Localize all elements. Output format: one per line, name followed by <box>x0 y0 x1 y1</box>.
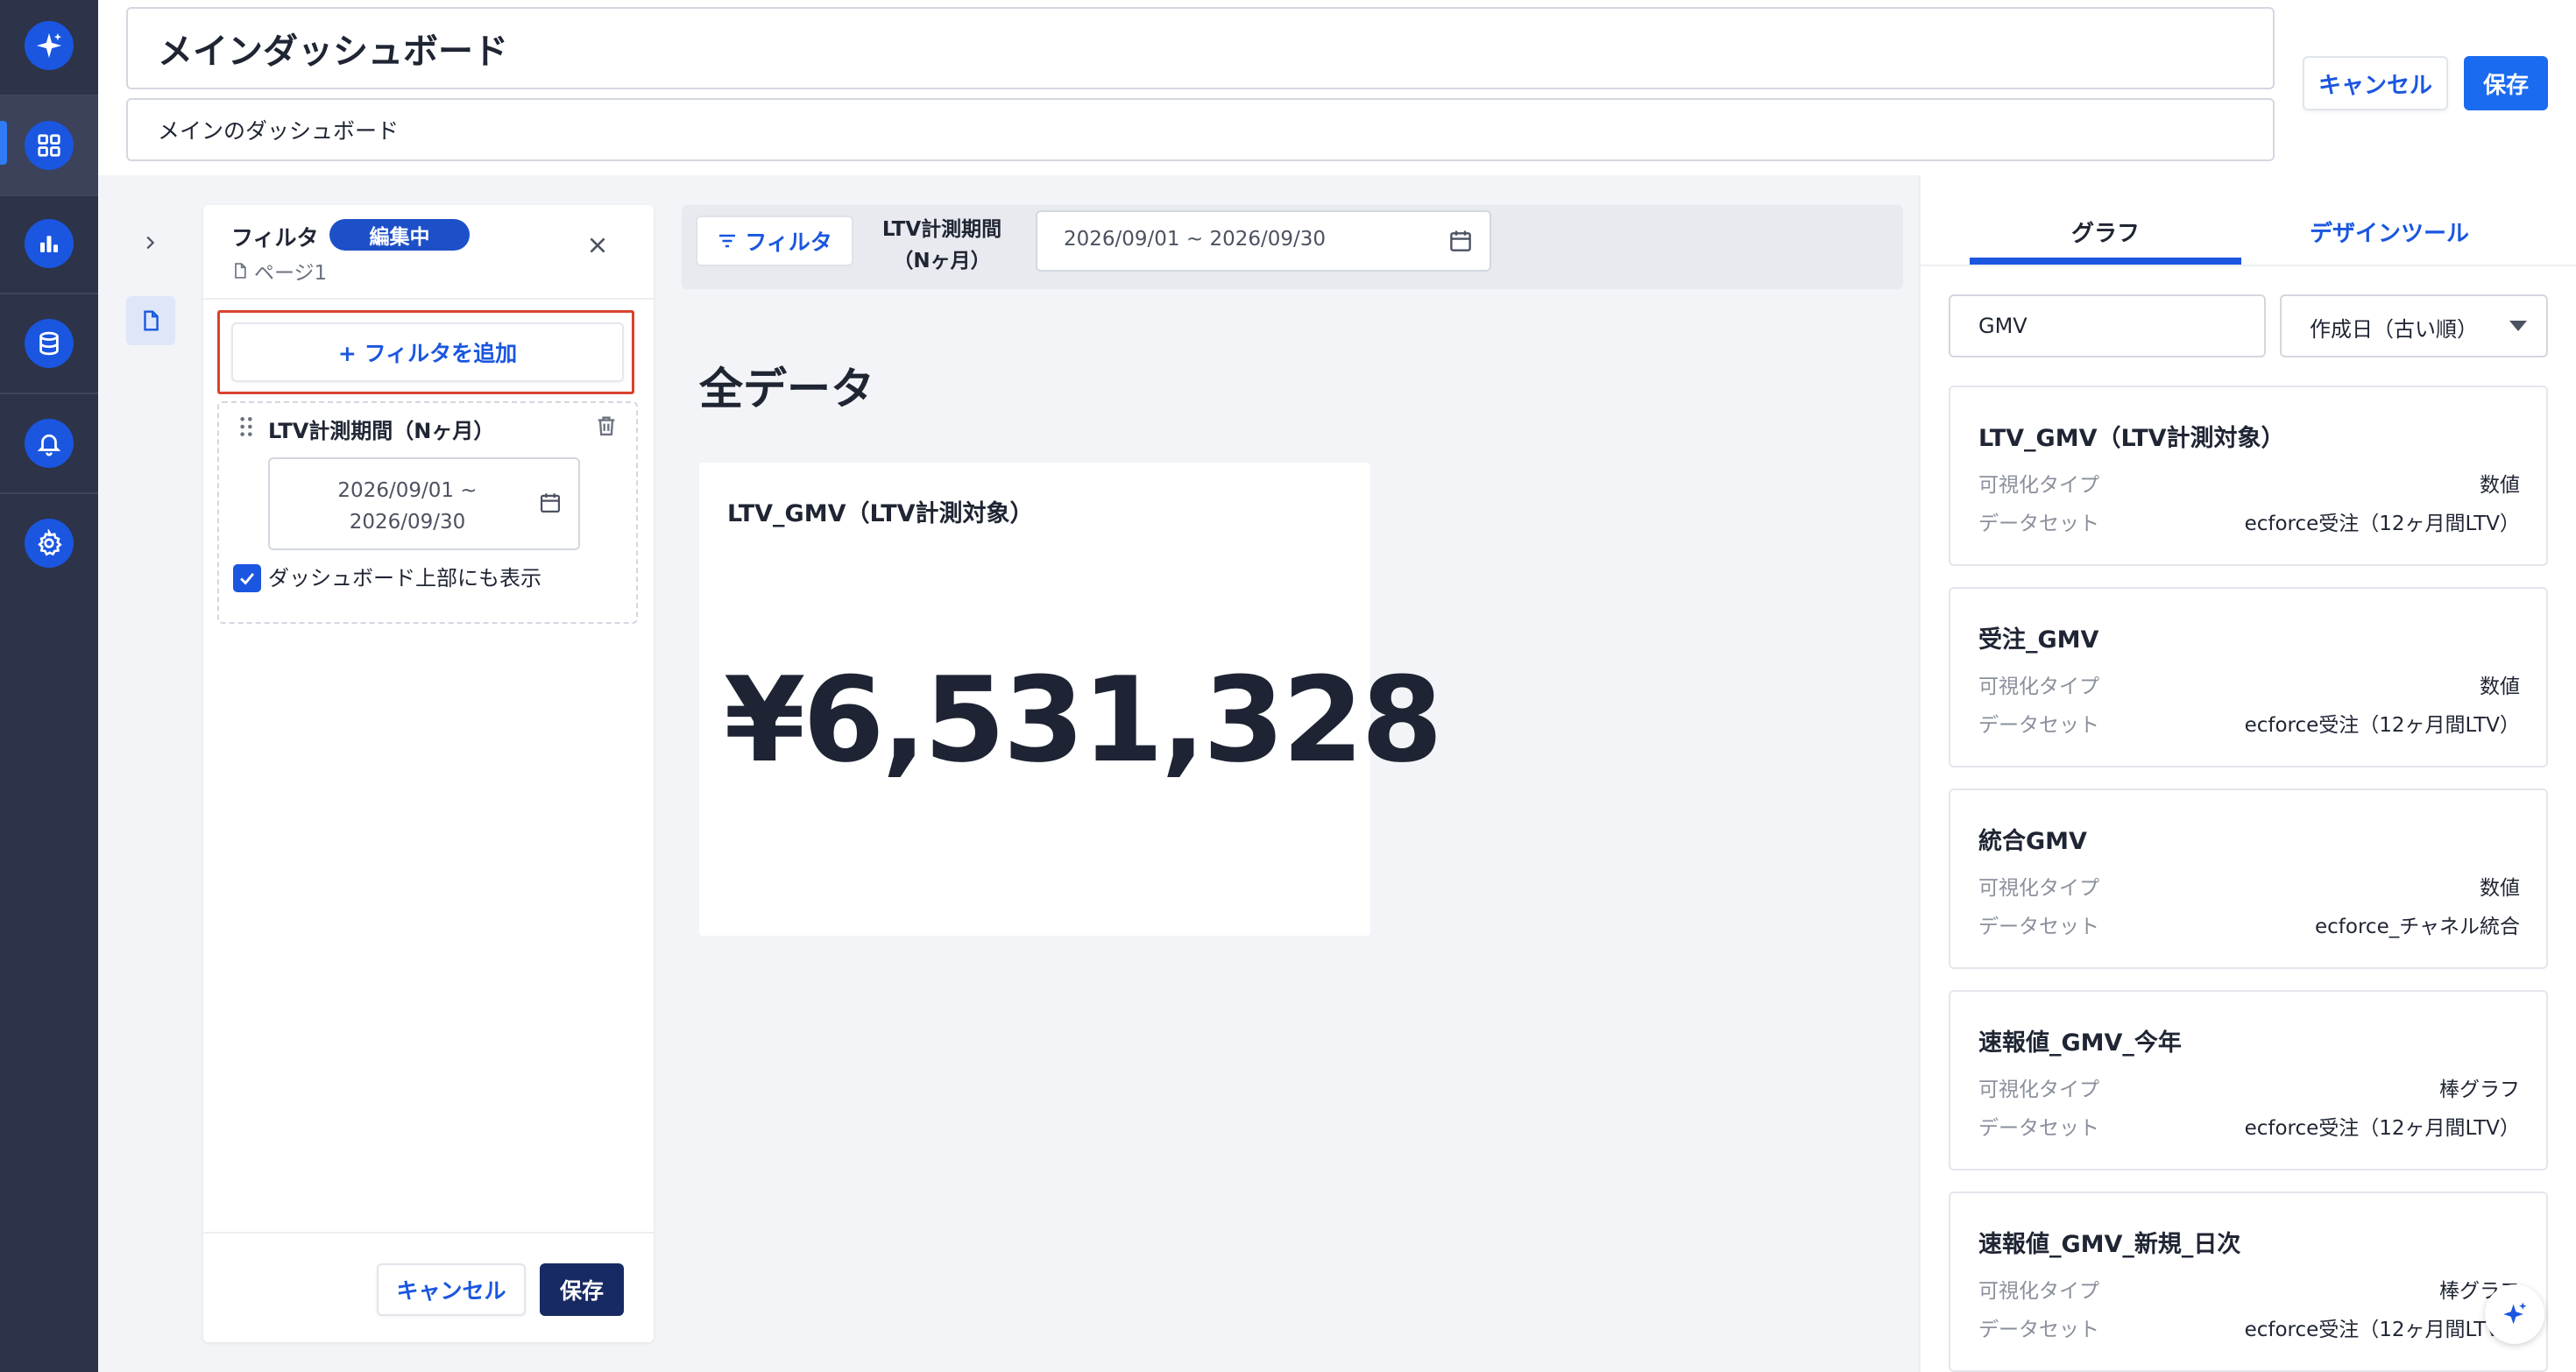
chart-list-item[interactable]: 受注_GMV 可視化タイプ 数値 データセット ecforce受注（12ヶ月間L… <box>1949 587 2548 767</box>
dashboard-grid-icon[interactable] <box>25 121 74 170</box>
dashboard-title-input[interactable] <box>126 7 2275 89</box>
chart-list-item-name: LTV_GMV（LTV計測対象） <box>1978 425 2285 452</box>
chart-dataset-value: ecforce受注（12ヶ月間LTV） <box>2244 1117 2520 1140</box>
chart-list-item-name: 速報値_GMV_今年 <box>1978 1029 2182 1057</box>
metric-widget-value: ¥6,531,328 <box>724 652 1443 789</box>
filter-panel-save-button[interactable]: 保存 <box>540 1263 624 1316</box>
chart-list-item[interactable]: LTV_GMV（LTV計測対象） 可視化タイプ 数値 データセット ecforc… <box>1949 385 2548 566</box>
tabs-divider <box>1919 265 2576 266</box>
chart-type-value: 数値 <box>2480 877 2520 900</box>
add-filter-button[interactable]: + フィルタを追加 <box>231 322 624 382</box>
filter-item-label: LTV計測期間（Nヶ月） <box>268 419 495 443</box>
dashboard-filter-label-line1: LTV計測期間 <box>881 218 1002 241</box>
chart-dataset-key: データセット <box>1978 916 2099 938</box>
header-cancel-button[interactable]: キャンセル <box>2303 56 2448 110</box>
show-on-top-checkbox[interactable] <box>233 564 261 592</box>
chart-type-key: 可視化タイプ <box>1978 877 2099 900</box>
calendar-icon[interactable] <box>1447 228 1474 258</box>
expand-panel-chevron-icon[interactable] <box>131 224 168 261</box>
nav-active-indicator <box>0 121 7 165</box>
chart-dataset-key: データセット <box>1978 513 2099 535</box>
nav-divider <box>0 492 98 494</box>
metric-widget-title: LTV_GMV（LTV計測対象） <box>727 500 1034 527</box>
chart-list-item[interactable]: 速報値_GMV_新規_日次 可視化タイプ 棒グラフ データセット ecforce… <box>1949 1192 2548 1372</box>
filter-item-date-value: 2026/09/01 ~ 2026/09/30 <box>268 475 547 538</box>
filter-item-date-start: 2026/09/01 ~ <box>337 479 478 502</box>
filter-panel-divider <box>203 298 654 300</box>
ai-assistant-sparkle-icon[interactable] <box>2485 1284 2544 1344</box>
dashboard-filter-button[interactable]: フィルタ <box>696 216 853 266</box>
editing-status-badge: 編集中 <box>329 219 470 251</box>
dashboard-filter-label-line2: （Nヶ月） <box>893 250 991 272</box>
chart-type-key: 可視化タイプ <box>1978 1280 2099 1303</box>
chart-dataset-value: ecforce受注（12ヶ月間LTV） <box>2244 714 2520 737</box>
section-title: 全データ <box>699 364 874 414</box>
sort-order-value: 作成日（古い順） <box>2310 317 2478 342</box>
page-file-icon <box>231 262 249 279</box>
nav-divider <box>0 293 98 294</box>
filter-panel-page-label: ページ1 <box>254 262 328 285</box>
filter-lines-icon <box>717 230 738 251</box>
dashboard-filter-label: LTV計測期間 （Nヶ月） <box>876 214 1008 277</box>
bell-icon[interactable] <box>25 419 74 468</box>
chart-list-item[interactable]: 速報値_GMV_今年 可視化タイプ 棒グラフ データセット ecforce受注（… <box>1949 990 2548 1170</box>
header-save-button[interactable]: 保存 <box>2464 56 2548 110</box>
chart-type-key: 可視化タイプ <box>1978 675 2099 698</box>
filter-panel-title: フィルタ <box>231 225 319 251</box>
sparkle-logo-icon[interactable] <box>25 21 74 70</box>
chart-type-value: 数値 <box>2480 675 2520 698</box>
bar-chart-icon[interactable] <box>25 219 74 268</box>
filter-item-date-end: 2026/09/30 <box>349 511 466 534</box>
gear-icon[interactable] <box>25 519 74 568</box>
chart-list-item-name: 受注_GMV <box>1978 626 2099 654</box>
chart-dataset-value: ecforce受注（12ヶ月間LTV） <box>2244 1319 2520 1341</box>
trash-icon[interactable] <box>594 414 619 442</box>
show-on-top-checkbox-label: ダッシュボード上部にも表示 <box>268 566 541 591</box>
database-icon[interactable] <box>25 319 74 368</box>
chart-dataset-key: データセット <box>1978 1319 2099 1341</box>
chart-dataset-value: ecforce受注（12ヶ月間LTV） <box>2244 513 2520 535</box>
chart-type-value: 数値 <box>2480 474 2520 497</box>
nav-rail <box>0 0 98 1372</box>
chart-dataset-value: ecforce_チャネル統合 <box>2315 916 2520 938</box>
chart-dataset-key: データセット <box>1978 1117 2099 1140</box>
nav-divider <box>0 393 98 394</box>
chart-type-key: 可視化タイプ <box>1978 1079 2099 1101</box>
page-document-icon[interactable] <box>126 296 175 345</box>
filter-panel-page: ページ1 <box>231 256 327 286</box>
chart-list-item-name: 速報値_GMV_新規_日次 <box>1978 1231 2241 1258</box>
chart-list-item-name: 統合GMV <box>1978 828 2087 855</box>
dashboard-date-range-value: 2026/09/01 ~ 2026/09/30 <box>1064 228 1327 251</box>
dashboard-filter-button-label: フィルタ <box>745 230 832 255</box>
close-icon[interactable] <box>578 226 617 265</box>
chart-search-input[interactable] <box>1949 294 2266 357</box>
chart-type-value: 棒グラフ <box>2439 1079 2520 1101</box>
filter-panel-cancel-button[interactable]: キャンセル <box>377 1263 526 1316</box>
active-tab-indicator <box>1970 258 2241 265</box>
drag-handle-icon[interactable] <box>238 415 254 442</box>
chart-dataset-key: データセット <box>1978 714 2099 737</box>
chart-type-key: 可視化タイプ <box>1978 474 2099 497</box>
filter-panel-footer-divider <box>203 1232 654 1234</box>
dashboard-description-input[interactable] <box>126 98 2275 161</box>
chart-list-item[interactable]: 統合GMV 可視化タイプ 数値 データセット ecforce_チャネル統合 <box>1949 789 2548 969</box>
calendar-icon[interactable] <box>538 491 563 519</box>
dropdown-caret-icon <box>2509 321 2527 331</box>
nav-divider <box>0 194 98 196</box>
tab-graph[interactable]: グラフ <box>1970 198 2241 265</box>
tab-design-tools[interactable]: デザインツール <box>2254 198 2525 265</box>
